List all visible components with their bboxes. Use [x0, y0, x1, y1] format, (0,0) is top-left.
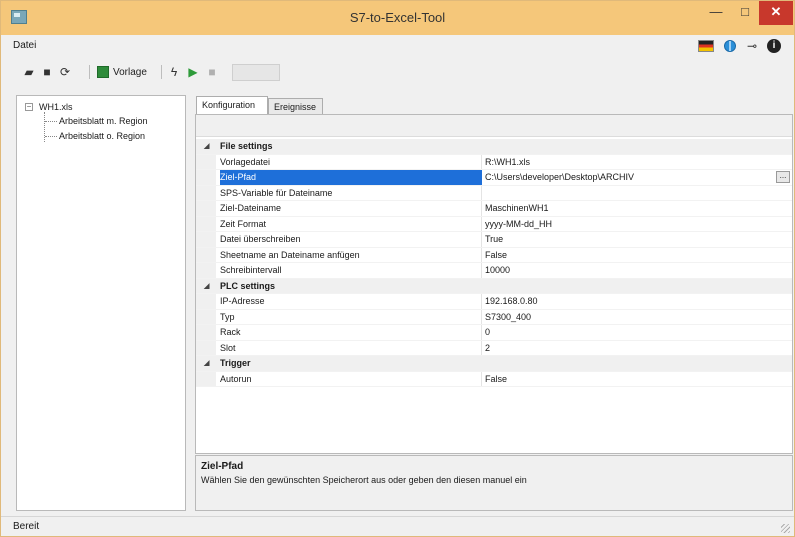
toolbar-status-box [232, 64, 280, 81]
chevron-down-icon[interactable]: ◢ [204, 139, 209, 154]
property-row-selected[interactable]: Ziel-Pfad C:\Users\developer\Desktop\ARC… [196, 170, 792, 186]
toolbar: ▰ ■ ⟳ Vorlage ϟ ▶ ■ [1, 57, 794, 87]
description-title: Ziel-Pfad [201, 461, 244, 472]
play-icon[interactable]: ▶ [187, 66, 199, 78]
vorlage-label: Vorlage [113, 66, 147, 78]
globe-icon[interactable] [724, 40, 736, 52]
property-name: Typ [220, 311, 235, 322]
tree-item[interactable]: Arbeitsblatt m. Region [45, 116, 148, 126]
property-row[interactable]: Typ S7300_400 [196, 309, 792, 325]
property-row[interactable]: Autorun False [196, 371, 792, 387]
tab-konfiguration[interactable]: Konfiguration [196, 96, 268, 115]
refresh-icon[interactable]: ⟳ [59, 66, 71, 78]
file-tree[interactable]: − WH1.xls Arbeitsblatt m. Region Arbeits… [16, 95, 186, 511]
tree-root-label: WH1.xls [39, 102, 73, 112]
tree-item[interactable]: Arbeitsblatt o. Region [45, 131, 145, 141]
category-label: File settings [220, 141, 273, 151]
property-name: Datei überschreiben [220, 234, 301, 244]
property-row[interactable]: Zeit Format yyyy-MM-dd_HH [196, 216, 792, 232]
property-name: SPS-Variable für Dateiname [220, 187, 333, 198]
property-value[interactable]: 10000 [485, 263, 775, 278]
tree-root[interactable]: − WH1.xls [25, 102, 73, 112]
stop-icon[interactable]: ■ [206, 66, 218, 78]
property-name: Ziel-Dateiname [220, 203, 282, 213]
property-grid-toolbar [196, 115, 792, 137]
property-row[interactable]: Rack 0 [196, 325, 792, 341]
property-value[interactable]: S7300_400 [485, 310, 775, 325]
menu-bar: Datei ⊸ i [1, 35, 794, 57]
property-value[interactable]: MaschinenWH1 [485, 201, 775, 216]
property-value[interactable]: False [485, 248, 775, 263]
property-value[interactable]: 0 [485, 325, 775, 340]
toolbar-separator [161, 65, 162, 79]
property-value[interactable]: C:\Users\developer\Desktop\ARCHIV [485, 170, 775, 185]
info-icon[interactable]: i [767, 39, 781, 53]
property-row[interactable]: IP-Adresse 192.168.0.80 [196, 294, 792, 310]
chevron-down-icon[interactable]: ◢ [204, 279, 209, 294]
property-name: Schreibintervall [220, 265, 282, 275]
property-row[interactable]: Slot 2 [196, 340, 792, 356]
category-file-settings[interactable]: ◢ File settings [196, 139, 792, 155]
property-name: Rack [220, 327, 241, 337]
resize-grip-icon[interactable] [781, 524, 790, 533]
property-name: Slot [220, 342, 236, 353]
status-text: Bereit [13, 521, 40, 532]
title-bar[interactable]: S7-to-Excel-Tool — □ ✕ [1, 1, 794, 35]
minimize-button[interactable]: — [701, 1, 731, 25]
property-row[interactable]: Vorlagedatei R:\WH1.xls [196, 154, 792, 170]
category-plc-settings[interactable]: ◢ PLC settings [196, 278, 792, 294]
property-row[interactable]: Sheetname an Dateiname anfügen False [196, 247, 792, 263]
property-value[interactable]: yyyy-MM-dd_HH [485, 217, 775, 232]
toolbar-separator [89, 65, 90, 79]
save-icon[interactable]: ■ [41, 66, 53, 78]
open-folder-icon[interactable]: ▰ [23, 66, 35, 78]
key-icon[interactable]: ⊸ [747, 40, 757, 52]
property-name: Sheetname an Dateiname anfügen [220, 249, 360, 260]
collapse-icon[interactable]: − [25, 103, 33, 111]
category-label: PLC settings [220, 280, 276, 291]
close-button[interactable]: ✕ [759, 1, 793, 25]
property-row[interactable]: Ziel-Dateiname MaschinenWH1 [196, 201, 792, 217]
vorlage-button[interactable]: Vorlage [97, 63, 147, 81]
app-window: S7-to-Excel-Tool — □ ✕ Datei ⊸ i ▰ ■ ⟳ V… [0, 0, 795, 537]
browse-button[interactable]: ... [776, 171, 790, 183]
status-bar: Bereit [1, 516, 794, 536]
chevron-down-icon[interactable]: ◢ [204, 356, 209, 371]
property-value[interactable]: 192.168.0.80 [485, 294, 775, 309]
category-trigger[interactable]: ◢ Trigger [196, 356, 792, 372]
language-flag-icon[interactable] [698, 40, 714, 52]
excel-icon [97, 66, 109, 78]
tree-item-label: Arbeitsblatt m. Region [59, 116, 148, 126]
window-title: S7-to-Excel-Tool [349, 10, 446, 25]
property-row[interactable]: Datei überschreiben True [196, 232, 792, 248]
property-row[interactable]: Schreibintervall 10000 [196, 263, 792, 279]
tab-ereignisse[interactable]: Ereignisse [268, 98, 323, 114]
category-label: Trigger [220, 358, 251, 368]
property-name: Autorun [220, 373, 252, 384]
property-value[interactable]: 2 [485, 341, 775, 356]
menu-datei[interactable]: Datei [13, 40, 36, 51]
property-name: Zeit Format [220, 218, 267, 229]
property-grid: ◢ File settings Vorlagedatei R:\WH1.xls … [195, 114, 793, 454]
property-description: Ziel-Pfad Wählen Sie den gewünschten Spe… [195, 455, 793, 511]
description-text: Wählen Sie den gewünschten Speicherort a… [201, 475, 527, 485]
property-row[interactable]: SPS-Variable für Dateiname [196, 185, 792, 201]
tree-item-label: Arbeitsblatt o. Region [59, 131, 146, 141]
property-value[interactable]: True [485, 232, 775, 247]
property-name: Ziel-Pfad [220, 170, 482, 185]
property-value[interactable]: False [485, 372, 775, 387]
maximize-button[interactable]: □ [731, 1, 759, 25]
property-name: IP-Adresse [220, 296, 265, 306]
property-name: Vorlagedatei [220, 156, 271, 167]
property-value[interactable]: R:\WH1.xls [485, 155, 775, 170]
connect-lightning-icon[interactable]: ϟ [168, 66, 180, 78]
